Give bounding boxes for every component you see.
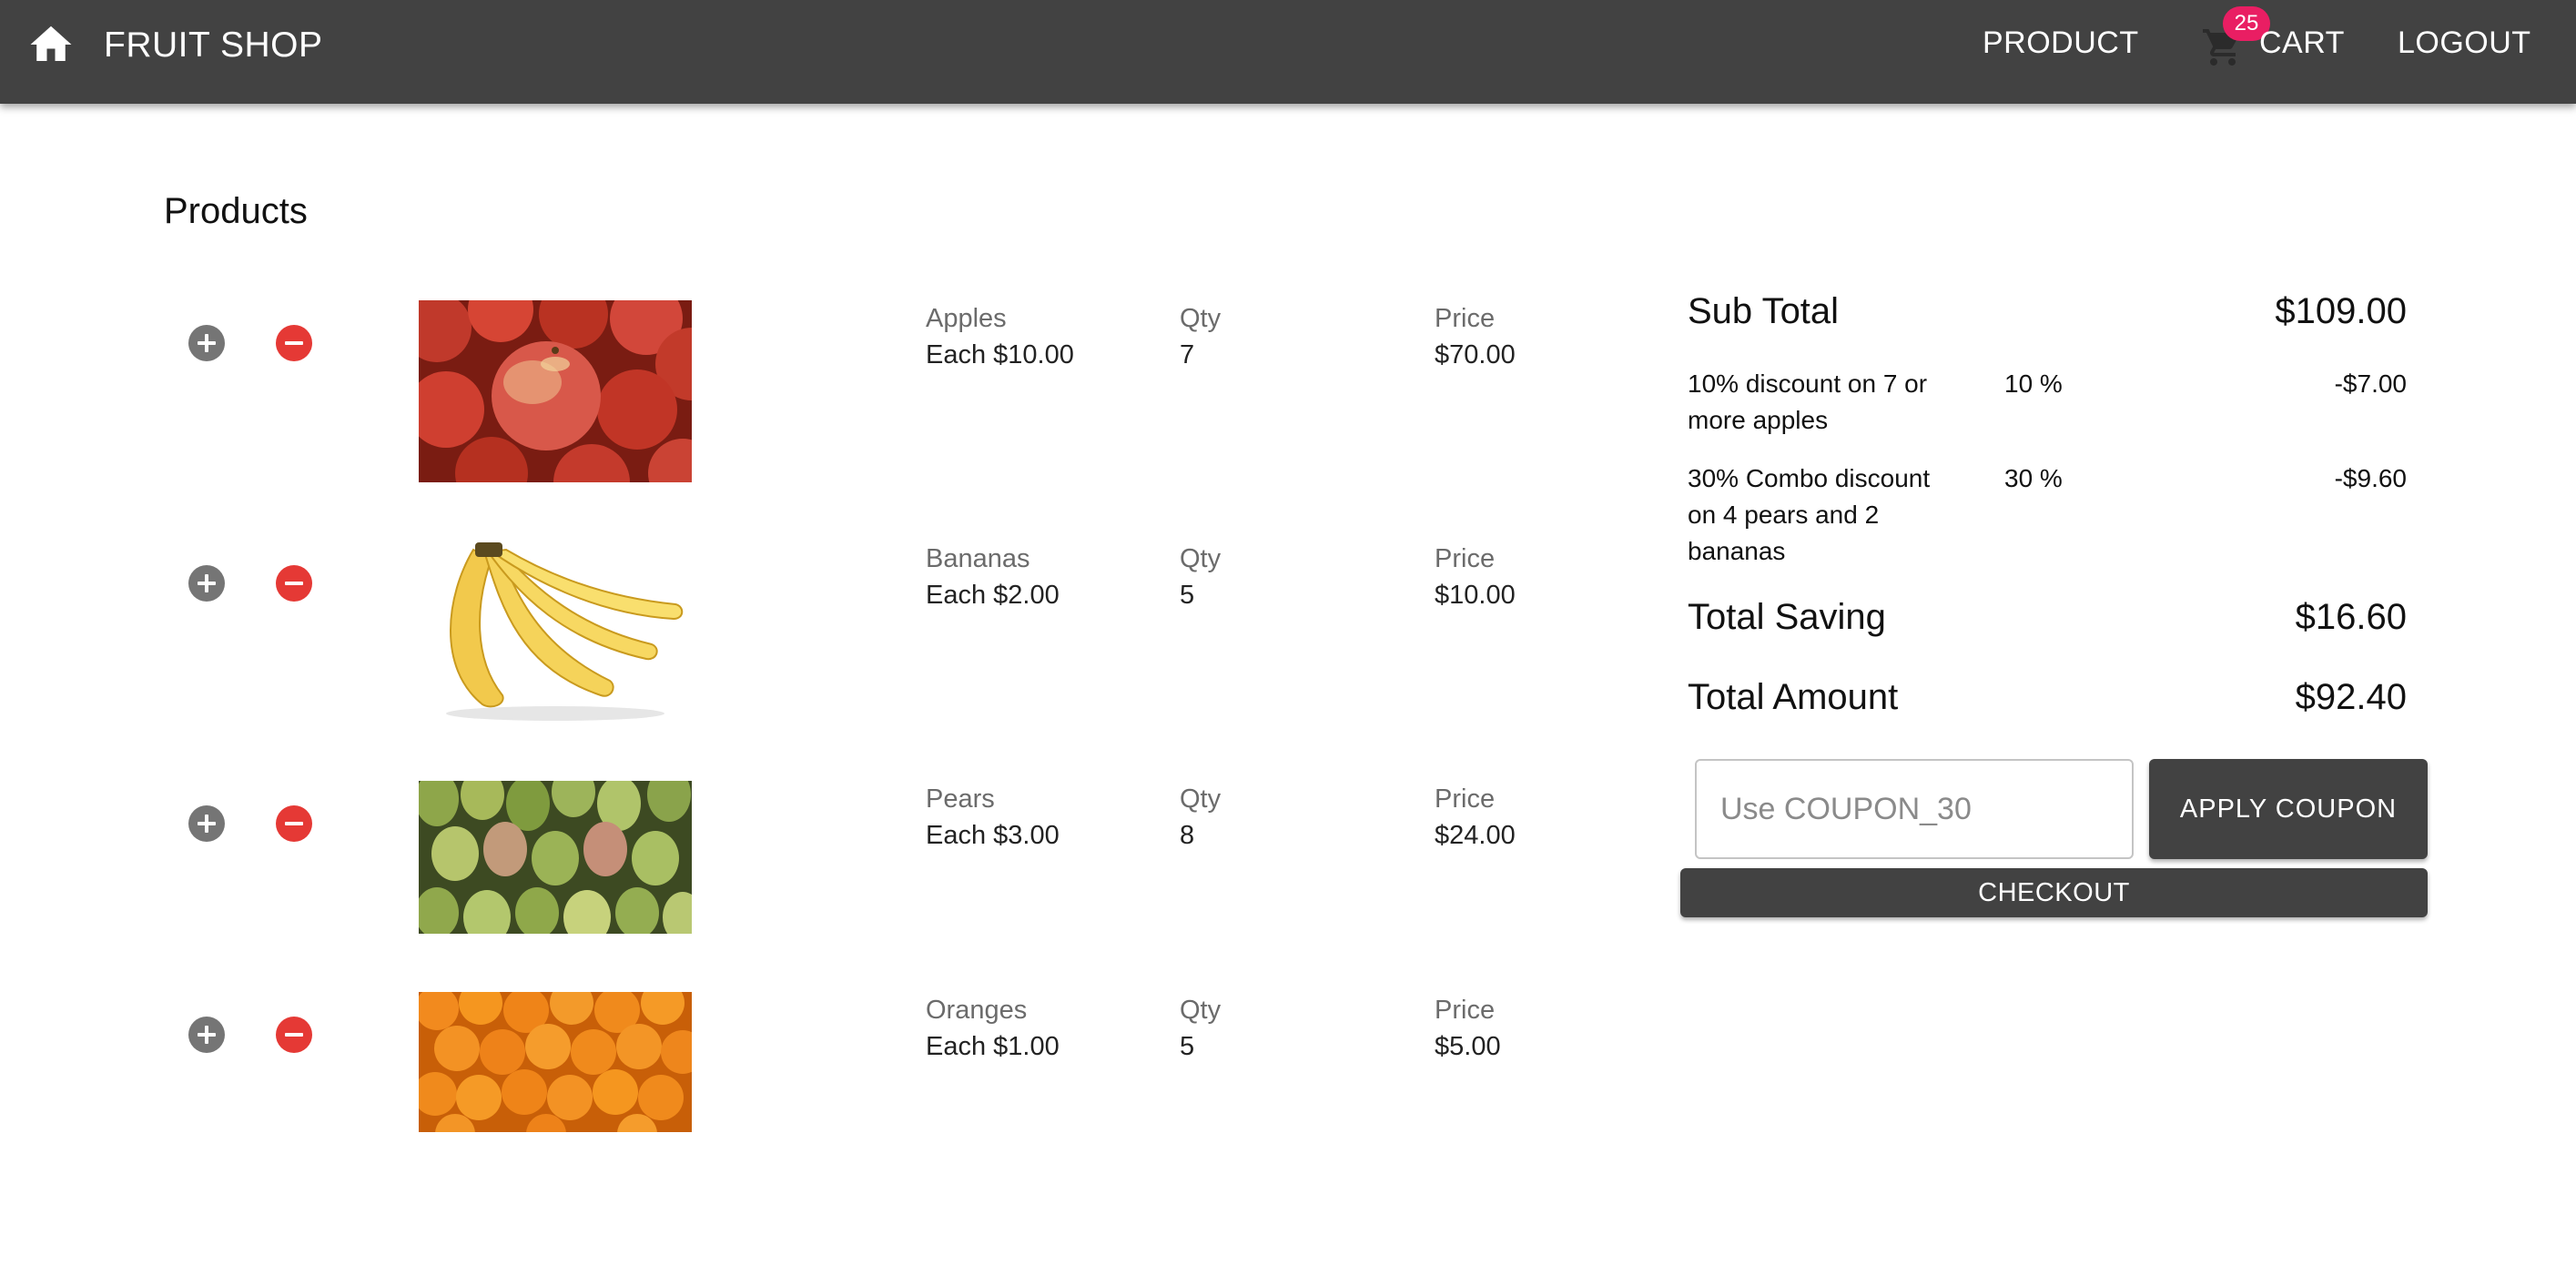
app-bar: FRUIT SHOP PRODUCT 25 CART LOGOUT bbox=[0, 0, 2576, 104]
price-value: $24.00 bbox=[1435, 821, 1516, 850]
nav-product-button[interactable]: PRODUCT bbox=[1983, 25, 2139, 61]
price-label: Price bbox=[1435, 304, 1496, 333]
qty-value: 7 bbox=[1180, 340, 1195, 369]
total-saving-value: $16.60 bbox=[2295, 597, 2407, 637]
total-amount-label: Total Amount bbox=[1688, 677, 1899, 717]
qty-label: Qty bbox=[1180, 544, 1222, 573]
product-name: Oranges bbox=[926, 996, 1028, 1025]
increase-bananas-button[interactable] bbox=[188, 565, 225, 602]
unit-price: Each $2.00 bbox=[926, 581, 1060, 610]
decrease-bananas-button[interactable] bbox=[276, 565, 312, 602]
decrease-oranges-button[interactable] bbox=[276, 1017, 312, 1053]
price-label: Price bbox=[1435, 544, 1496, 573]
app-title: FRUIT SHOP bbox=[104, 25, 323, 65]
discount-percent: 10 % bbox=[2004, 369, 2063, 398]
products-heading: Products bbox=[164, 191, 308, 231]
increase-pears-button[interactable] bbox=[188, 805, 225, 842]
discount-description: 30% Combo discount on 4 pears and 2 bana… bbox=[1688, 464, 1931, 565]
discount-percent: 30 % bbox=[2004, 464, 2063, 492]
product-name: Pears bbox=[926, 784, 995, 814]
price-value: $10.00 bbox=[1435, 581, 1516, 610]
apply-coupon-button[interactable]: APPLY COUPON bbox=[2149, 759, 2428, 859]
product-name: Bananas bbox=[926, 544, 1030, 573]
pears-image bbox=[419, 781, 692, 934]
checkout-button[interactable]: CHECKOUT bbox=[1680, 868, 2428, 917]
discount-amount: -$9.60 bbox=[2334, 464, 2407, 492]
home-icon[interactable] bbox=[24, 20, 78, 69]
price-value: $70.00 bbox=[1435, 340, 1516, 369]
oranges-image bbox=[419, 992, 692, 1132]
unit-price: Each $1.00 bbox=[926, 1032, 1060, 1061]
decrease-apples-button[interactable] bbox=[276, 325, 312, 361]
qty-label: Qty bbox=[1180, 304, 1222, 333]
total-saving-label: Total Saving bbox=[1688, 597, 1886, 637]
price-value: $5.00 bbox=[1435, 1032, 1501, 1061]
qty-value: 8 bbox=[1180, 821, 1195, 850]
product-name: Apples bbox=[926, 304, 1007, 333]
increase-oranges-button[interactable] bbox=[188, 1017, 225, 1053]
nav-cart-button[interactable]: CART bbox=[2259, 25, 2345, 61]
price-label: Price bbox=[1435, 784, 1496, 814]
bananas-image bbox=[419, 541, 692, 723]
coupon-input[interactable] bbox=[1695, 759, 2134, 859]
qty-label: Qty bbox=[1180, 996, 1222, 1025]
total-amount-value: $92.40 bbox=[2295, 677, 2407, 717]
nav-logout-button[interactable]: LOGOUT bbox=[2398, 25, 2531, 61]
unit-price: Each $3.00 bbox=[926, 821, 1060, 850]
subtotal-value: $109.00 bbox=[2275, 291, 2407, 331]
discount-description: 10% discount on 7 or more apples bbox=[1688, 369, 1928, 434]
qty-label: Qty bbox=[1180, 784, 1222, 814]
unit-price: Each $10.00 bbox=[926, 340, 1074, 369]
apples-image bbox=[419, 300, 692, 482]
qty-value: 5 bbox=[1180, 1032, 1195, 1061]
subtotal-label: Sub Total bbox=[1688, 291, 1840, 331]
decrease-pears-button[interactable] bbox=[276, 805, 312, 842]
discount-amount: -$7.00 bbox=[2334, 369, 2407, 398]
increase-apples-button[interactable] bbox=[188, 325, 225, 361]
qty-value: 5 bbox=[1180, 581, 1195, 610]
price-label: Price bbox=[1435, 996, 1496, 1025]
